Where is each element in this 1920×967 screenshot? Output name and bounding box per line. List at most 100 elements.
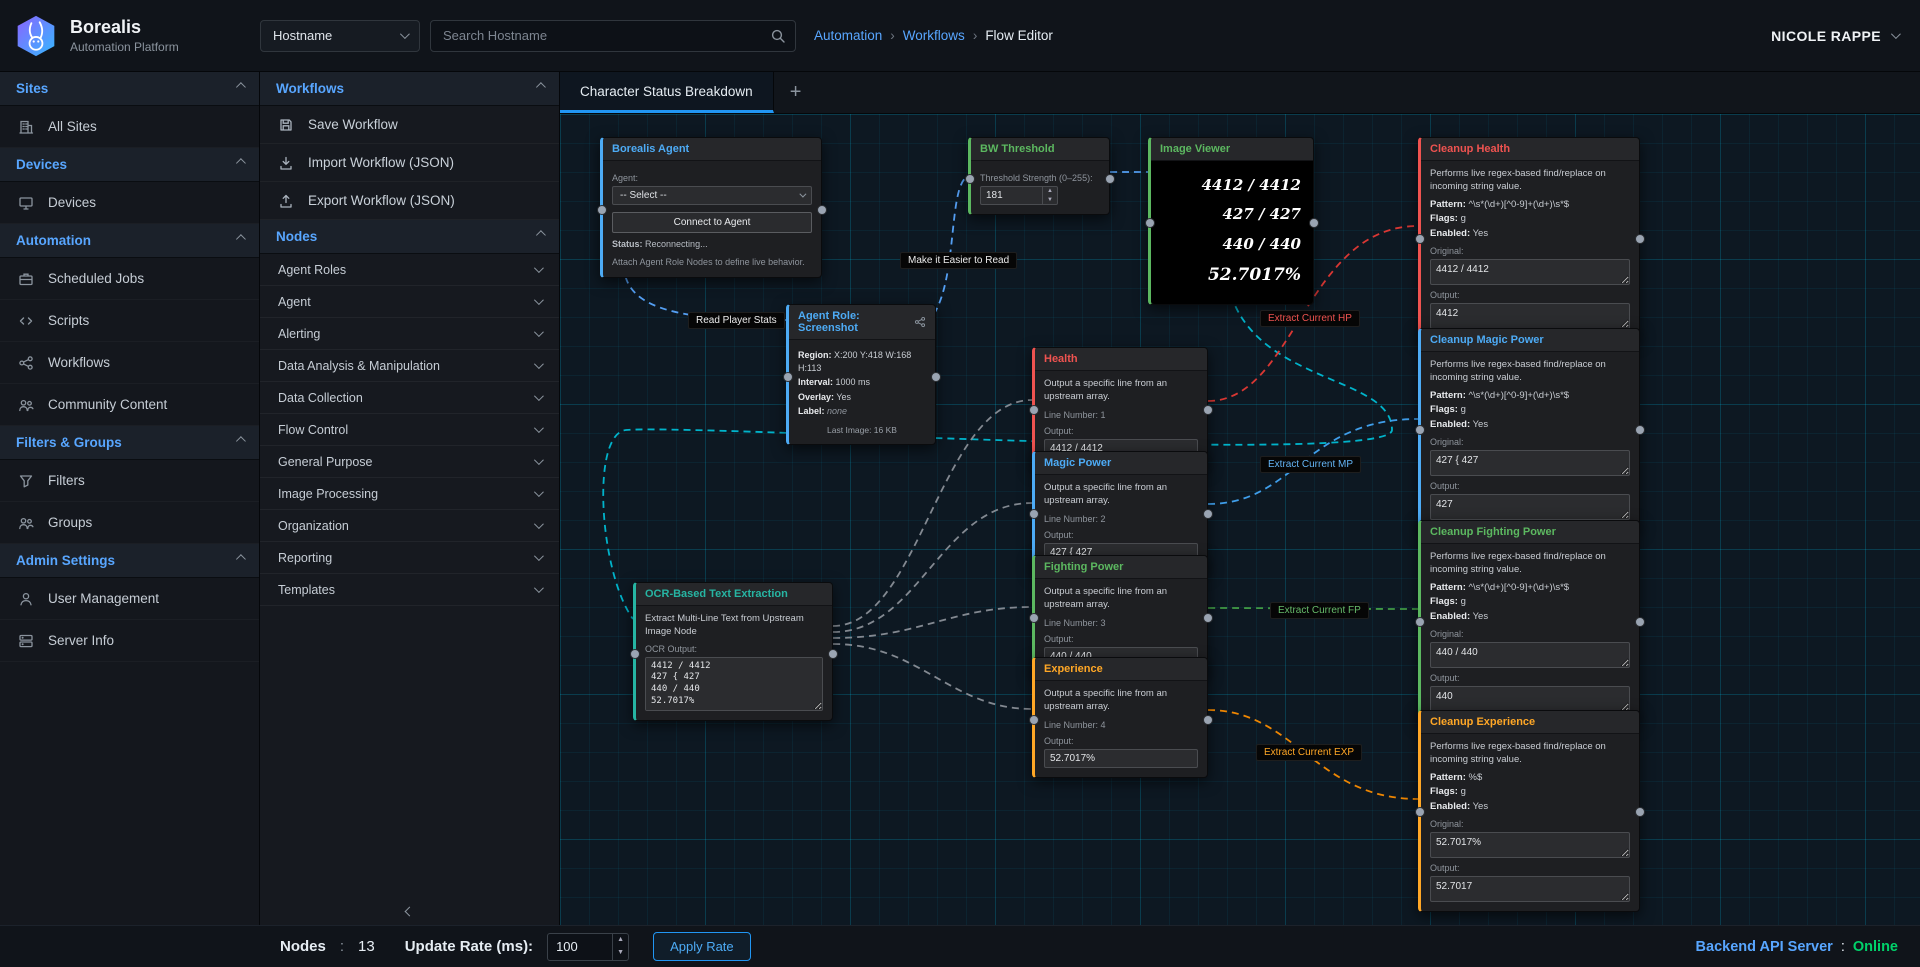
sidebar-item-devices[interactable]: Devices [0, 182, 259, 224]
node-title: Cleanup Magic Power [1430, 334, 1544, 346]
breadcrumb-automation[interactable]: Automation [814, 28, 882, 43]
chevron-down-icon [534, 295, 544, 305]
flow-canvas[interactable]: Borealis Agent Agent: -- Select -- Conne… [560, 114, 1920, 925]
share-icon[interactable] [914, 316, 926, 328]
workflows-panel: Workflows Save Workflow Import Workflow … [260, 72, 560, 925]
node-experience[interactable]: Experience Output a specific line from a… [1032, 657, 1208, 778]
label-node-make-it-easier-to-read[interactable]: Make it Easier to Read [900, 252, 1017, 269]
node-image-viewer[interactable]: Image Viewer 4412 / 4412 427 / 427 440 /… [1148, 137, 1314, 305]
node-category-reporting[interactable]: Reporting [260, 542, 559, 574]
node-bw-threshold[interactable]: BW Threshold Threshold Strength (0–255):… [968, 137, 1110, 215]
panel-section-workflows[interactable]: Workflows [260, 72, 559, 106]
ocr-output-textarea[interactable]: 4412 / 4412 427 { 427 440 / 440 52.7017% [645, 657, 823, 711]
cleanup-health-output-textarea[interactable]: 4412 [1430, 303, 1630, 329]
node-cleanup-fighting-power[interactable]: Cleanup Fighting Power Performs live reg… [1418, 520, 1640, 722]
hostname-dropdown[interactable]: Hostname [260, 20, 420, 52]
collapse-panel-button[interactable] [260, 908, 559, 915]
node-category-data-analysis[interactable]: Data Analysis & Manipulation [260, 350, 559, 382]
sidebar-item-community-content[interactable]: Community Content [0, 384, 259, 426]
sidebar-section-automation[interactable]: Automation [0, 224, 259, 258]
node-title: Agent Role: Screenshot [798, 310, 914, 334]
apply-rate-button[interactable]: Apply Rate [653, 932, 751, 961]
save-workflow-button[interactable]: Save Workflow [260, 106, 559, 144]
node-title: Borealis Agent [612, 143, 689, 155]
spinner-buttons[interactable]: ▲▼ [612, 934, 628, 960]
spinner-buttons[interactable]: ▲▼ [1042, 187, 1057, 204]
chevron-up-icon [236, 554, 246, 564]
chevron-down-icon [534, 583, 544, 593]
sidebar-section-filters-groups[interactable]: Filters & Groups [0, 426, 259, 460]
chevron-down-icon [534, 423, 544, 433]
node-category-image-processing[interactable]: Image Processing [260, 478, 559, 510]
agent-select[interactable]: -- Select -- [612, 186, 812, 205]
node-ocr-text-extraction[interactable]: OCR-Based Text Extraction Extract Multi-… [633, 582, 833, 721]
cleanup-experience-output-textarea[interactable]: 52.7017 [1430, 876, 1630, 902]
update-rate-field: ▲▼ [547, 933, 629, 961]
node-category-data-collection[interactable]: Data Collection [260, 382, 559, 414]
tab-character-status-breakdown[interactable]: Character Status Breakdown [560, 72, 774, 113]
sidebar-item-workflows[interactable]: Workflows [0, 342, 259, 384]
node-cleanup-magic-power[interactable]: Cleanup Magic Power Performs live regex-… [1418, 328, 1640, 530]
sidebar-item-user-management[interactable]: User Management [0, 578, 259, 620]
wire-role-to-threshold [934, 176, 968, 314]
sidebar-item-filters[interactable]: Filters [0, 460, 259, 502]
label-node-read-player-stats[interactable]: Read Player Stats [688, 312, 785, 329]
node-category-templates[interactable]: Templates [260, 574, 559, 606]
breadcrumb-workflows[interactable]: Workflows [903, 28, 965, 43]
node-category-flow-control[interactable]: Flow Control [260, 414, 559, 446]
filter-icon [18, 473, 34, 489]
update-rate-label: Update Rate (ms): [405, 938, 533, 955]
export-workflow-button[interactable]: Export Workflow (JSON) [260, 182, 559, 220]
add-tab-button[interactable]: + [774, 72, 818, 113]
cleanup-health-original-textarea[interactable]: 4412 / 4412 [1430, 259, 1630, 285]
panel-section-nodes[interactable]: Nodes [260, 220, 559, 254]
chevron-left-icon [405, 907, 415, 917]
sidebar-section-devices[interactable]: Devices [0, 148, 259, 182]
experience-output-input[interactable] [1044, 749, 1198, 768]
chevron-up-icon [236, 234, 246, 244]
code-icon [18, 313, 34, 329]
sidebar-item-all-sites[interactable]: All Sites [0, 106, 259, 148]
chevron-down-icon [400, 29, 410, 39]
agent-status: Reconnecting... [645, 239, 708, 249]
sidebar-item-groups[interactable]: Groups [0, 502, 259, 544]
user-menu[interactable]: NICOLE RAPPE [1771, 28, 1920, 44]
people-icon [18, 397, 34, 413]
tab-bar: Character Status Breakdown + [560, 72, 1920, 114]
chevron-up-icon [536, 82, 546, 92]
node-cleanup-experience[interactable]: Cleanup Experience Performs live regex-b… [1418, 710, 1640, 912]
hostname-search [430, 20, 796, 52]
sidebar-item-scripts[interactable]: Scripts [0, 300, 259, 342]
workflow-icon [18, 355, 34, 371]
node-category-general-purpose[interactable]: General Purpose [260, 446, 559, 478]
import-workflow-button[interactable]: Import Workflow (JSON) [260, 144, 559, 182]
node-category-agent[interactable]: Agent [260, 286, 559, 318]
node-title: Image Viewer [1160, 143, 1230, 155]
sidebar-section-admin-settings[interactable]: Admin Settings [0, 544, 259, 578]
cleanup-magic-output-textarea[interactable]: 427 [1430, 494, 1630, 520]
sidebar-item-server-info[interactable]: Server Info [0, 620, 259, 662]
sidebar-section-sites[interactable]: Sites [0, 72, 259, 106]
breadcrumb-current: Flow Editor [985, 28, 1053, 43]
node-borealis-agent[interactable]: Borealis Agent Agent: -- Select -- Conne… [600, 137, 822, 278]
node-category-agent-roles[interactable]: Agent Roles [260, 254, 559, 286]
chevron-up-icon [236, 158, 246, 168]
sidebar-item-scheduled-jobs[interactable]: Scheduled Jobs [0, 258, 259, 300]
cleanup-fighting-output-textarea[interactable]: 440 [1430, 686, 1630, 712]
backend-api-label: Backend API Server [1696, 939, 1833, 955]
search-input[interactable] [430, 20, 796, 52]
chevron-down-icon [534, 487, 544, 497]
connect-to-agent-button[interactable]: Connect to Agent [612, 212, 812, 233]
cleanup-magic-original-textarea[interactable]: 427 { 427 [1430, 450, 1630, 476]
user-name: NICOLE RAPPE [1771, 28, 1881, 44]
update-rate-input[interactable] [548, 934, 612, 960]
edge-label-extract-current-hp: Extract Current HP [1260, 310, 1360, 327]
cleanup-experience-original-textarea[interactable]: 52.7017% [1430, 832, 1630, 858]
node-cleanup-health[interactable]: Cleanup Health Performs live regex-based… [1418, 137, 1640, 339]
node-category-organization[interactable]: Organization [260, 510, 559, 542]
cleanup-fighting-original-textarea[interactable]: 440 / 440 [1430, 642, 1630, 668]
node-title: Cleanup Fighting Power [1430, 526, 1556, 538]
threshold-value-input[interactable] [981, 187, 1042, 204]
node-category-alerting[interactable]: Alerting [260, 318, 559, 350]
node-agent-role-screenshot[interactable]: Agent Role: Screenshot Region: X:200 Y:4… [786, 304, 936, 445]
